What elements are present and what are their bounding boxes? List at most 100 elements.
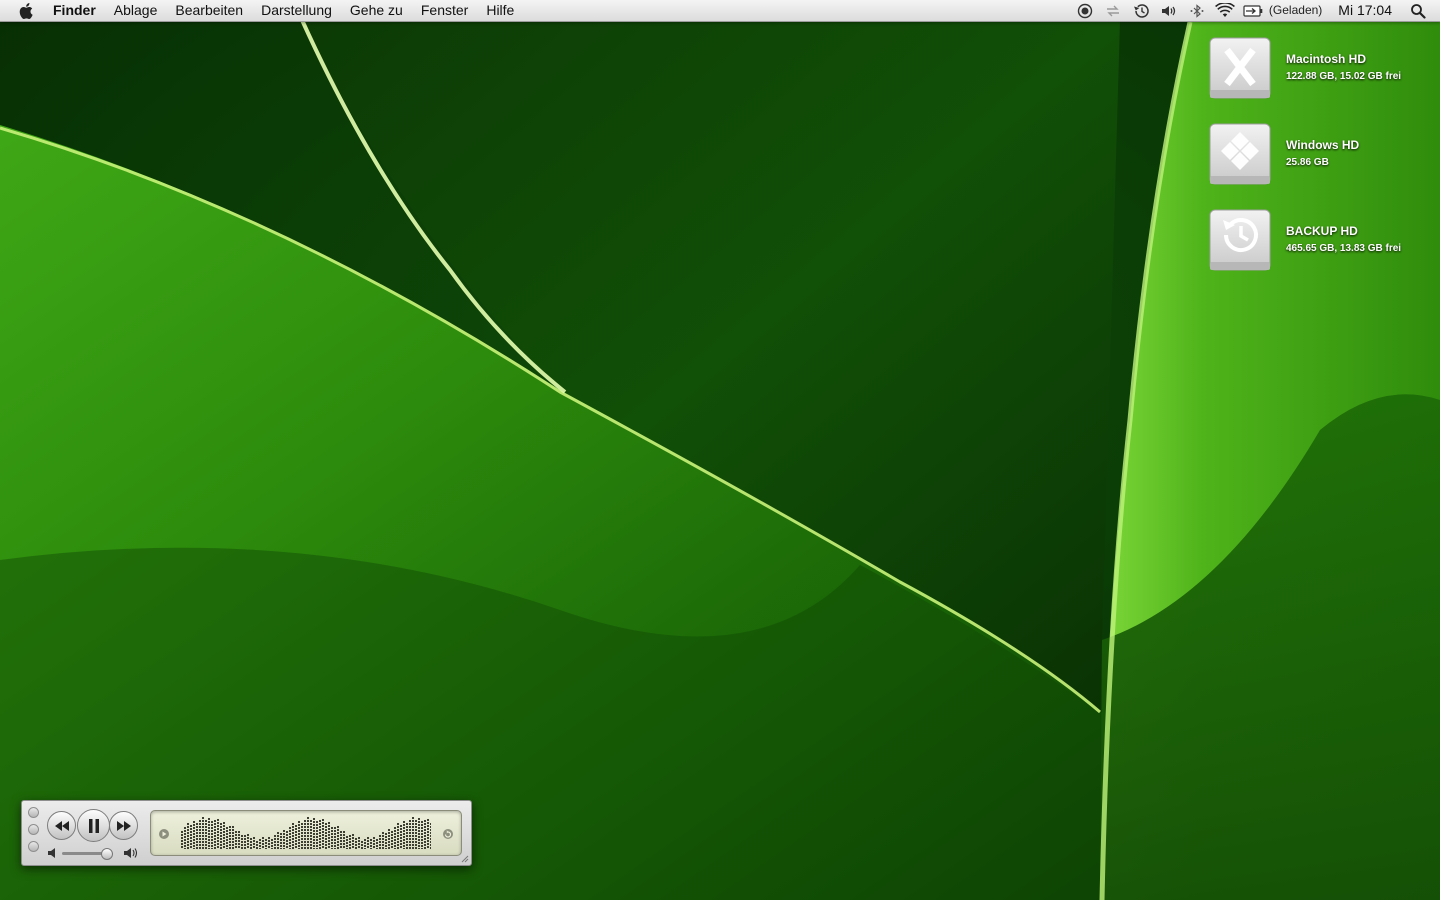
- minimize-window-button[interactable]: [28, 824, 39, 835]
- equalizer-cell: [319, 826, 321, 828]
- apple-icon[interactable]: [17, 1, 37, 21]
- menubar-clock[interactable]: Mi 17:04: [1328, 0, 1402, 21]
- equalizer-cell: [403, 827, 405, 829]
- equalizer-cell: [376, 845, 378, 847]
- equalizer-cell: [220, 835, 222, 837]
- zoom-window-button[interactable]: [28, 841, 39, 852]
- equalizer-cell: [415, 835, 417, 837]
- equalizer-cell: [322, 819, 324, 821]
- wifi-icon[interactable]: [1214, 1, 1235, 21]
- equalizer-cell: [244, 847, 246, 849]
- menu-fenster[interactable]: Fenster: [412, 0, 477, 21]
- equalizer-cell: [247, 840, 249, 842]
- equalizer-cell: [202, 847, 204, 849]
- equalizer-cell: [205, 832, 207, 834]
- equalizer-cell: [427, 834, 429, 836]
- resize-grip-icon[interactable]: [461, 855, 469, 863]
- menu-bearbeiten[interactable]: Bearbeiten: [166, 0, 252, 21]
- equalizer-cell: [193, 842, 195, 844]
- equalizer-cell: [427, 840, 429, 842]
- toggle-display-icon[interactable]: [442, 828, 454, 840]
- battery-icon[interactable]: [1243, 1, 1263, 21]
- equalizer-cell: [418, 824, 420, 826]
- equalizer-cell: [268, 837, 270, 839]
- equalizer-cell: [394, 842, 396, 844]
- desktop-disk-macintosh-hd[interactable]: Macintosh HD 122.88 GB, 15.02 GB frei: [1208, 36, 1428, 106]
- equalizer-cell: [187, 829, 189, 831]
- menu-darstellung[interactable]: Darstellung: [252, 0, 341, 21]
- equalizer-cell: [265, 842, 267, 844]
- equalizer-cell: [325, 823, 327, 825]
- time-machine-icon[interactable]: [1131, 1, 1151, 21]
- volume-icon[interactable]: [1159, 1, 1179, 21]
- next-track-button[interactable]: [109, 811, 138, 840]
- equalizer-cell: [208, 848, 210, 849]
- equalizer-cell: [400, 843, 402, 845]
- equalizer-cell: [379, 844, 381, 846]
- spotlight-search-icon[interactable]: [1408, 1, 1428, 21]
- volume-high-icon: [124, 848, 137, 858]
- equalizer-cell: [313, 845, 315, 847]
- equalizer-cell: [196, 838, 198, 840]
- menu-gehe-zu[interactable]: Gehe zu: [341, 0, 412, 21]
- equalizer-cell: [226, 845, 228, 847]
- equalizer-cell: [361, 847, 363, 849]
- equalizer-cell: [250, 844, 252, 846]
- equalizer-cell: [430, 826, 431, 828]
- equalizer-cell: [367, 843, 369, 845]
- equalizer-cell: [421, 842, 423, 844]
- equalizer-cell: [187, 823, 189, 825]
- equalizer-cell: [196, 847, 198, 849]
- play-state-icon[interactable]: [158, 828, 170, 840]
- equalizer-cell: [358, 837, 360, 839]
- equalizer-cell: [298, 845, 300, 847]
- equalizer-cell: [397, 844, 399, 846]
- equalizer-cell: [334, 836, 336, 838]
- equalizer-cell: [400, 837, 402, 839]
- equalizer-cell: [421, 821, 423, 823]
- equalizer-cell: [328, 822, 330, 824]
- equalizer-cell: [373, 840, 375, 842]
- equalizer-cell: [358, 840, 360, 842]
- equalizer-cell: [424, 841, 426, 843]
- equalizer-cell: [376, 848, 378, 849]
- desktop-disk-backup-hd[interactable]: BACKUP HD 465.65 GB, 13.83 GB frei: [1208, 208, 1428, 278]
- record-icon[interactable]: [1075, 1, 1095, 21]
- close-window-button[interactable]: [28, 807, 39, 818]
- equalizer-cell: [304, 826, 306, 828]
- equalizer-cell: [304, 832, 306, 834]
- menu-hilfe[interactable]: Hilfe: [477, 0, 523, 21]
- volume-slider-knob[interactable]: [101, 848, 113, 860]
- pause-button[interactable]: [77, 809, 110, 842]
- equalizer-cell: [391, 834, 393, 836]
- sync-icon[interactable]: [1103, 1, 1123, 21]
- equalizer-cell: [193, 836, 195, 838]
- equalizer-cell: [331, 842, 333, 844]
- equalizer-cell: [370, 845, 372, 847]
- equalizer-cell: [334, 827, 336, 829]
- equalizer-cell: [337, 829, 339, 831]
- bluetooth-icon[interactable]: [1187, 1, 1207, 21]
- previous-track-button[interactable]: [47, 811, 76, 840]
- equalizer-cell: [289, 830, 291, 832]
- equalizer-cell: [412, 817, 414, 819]
- equalizer-cell: [415, 844, 417, 846]
- equalizer-cell: [304, 823, 306, 825]
- equalizer-cell: [256, 844, 258, 846]
- equalizer-cell: [337, 844, 339, 846]
- equalizer-cell: [409, 841, 411, 843]
- disk-info: 25.86 GB: [1286, 157, 1329, 168]
- equalizer-cell: [301, 823, 303, 825]
- equalizer-cell: [280, 848, 282, 849]
- battery-status-label[interactable]: (Geladen): [1267, 0, 1328, 21]
- menu-ablage[interactable]: Ablage: [105, 0, 167, 21]
- equalizer-cell: [196, 829, 198, 831]
- lcd-display[interactable]: [150, 810, 462, 856]
- equalizer-cell: [382, 844, 384, 846]
- equalizer-cell: [220, 832, 222, 834]
- equalizer-cell: [187, 844, 189, 846]
- equalizer-cell: [412, 835, 414, 837]
- menu-app-finder[interactable]: Finder: [51, 0, 105, 21]
- desktop-disk-windows-hd[interactable]: Windows HD 25.86 GB: [1208, 122, 1428, 192]
- equalizer-cell: [250, 847, 252, 849]
